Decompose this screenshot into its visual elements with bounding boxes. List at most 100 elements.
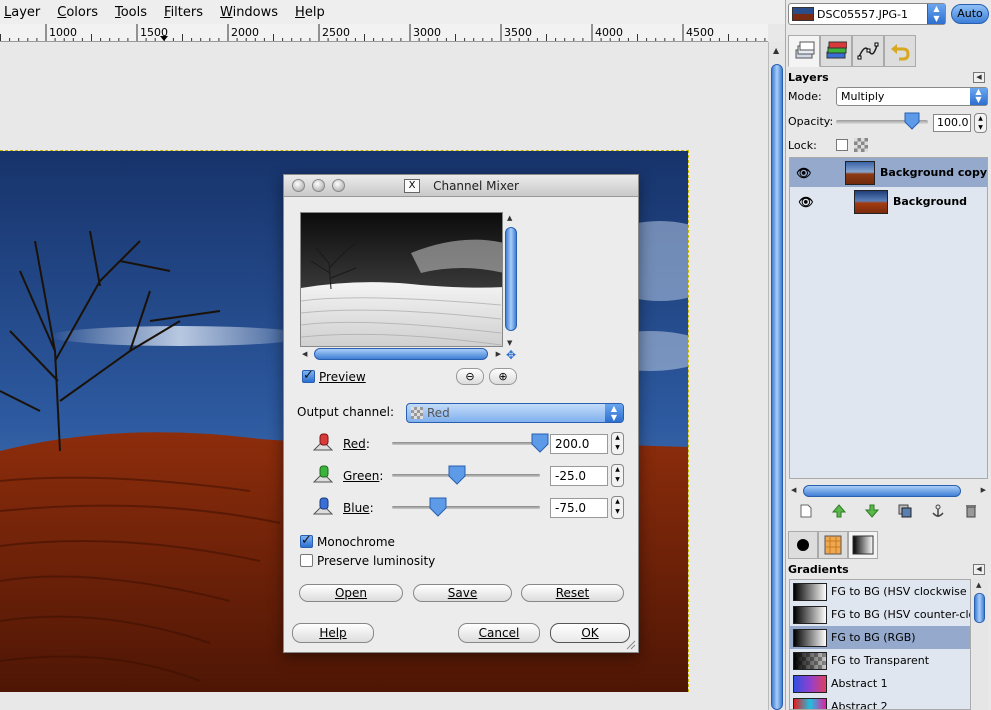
gradient-item[interactable]: FG to Transparent [790, 649, 970, 672]
menu-windows[interactable]: Windows [220, 5, 278, 20]
dialog-title: Channel Mixer [433, 179, 519, 193]
monochrome-checkbox[interactable] [300, 533, 313, 548]
tab-patterns[interactable] [818, 531, 848, 559]
gradient-item[interactable]: FG to BG (HSV counter-clockwise) [790, 603, 970, 626]
green-slider[interactable] [392, 474, 540, 477]
gradients-vertical-scrollbar[interactable]: ▲ [972, 579, 988, 710]
dialog-titlebar[interactable]: X Channel Mixer [284, 175, 638, 197]
red-spinner[interactable]: ▲ ▼ [611, 432, 624, 455]
red-slider[interactable] [392, 442, 540, 445]
reset-button[interactable]: Reset [521, 584, 624, 602]
zoom-in-button[interactable]: ⊕ [489, 368, 517, 385]
ok-button[interactable]: OK [550, 623, 630, 643]
image-selector[interactable]: DSC05557.JPG-1 ▲ ▼ [788, 3, 946, 25]
preview-vscroll-thumb[interactable] [505, 227, 517, 331]
gradient-item[interactable]: Abstract 2 [790, 695, 970, 710]
lock-alpha-icon[interactable] [854, 138, 868, 152]
green-value-field[interactable]: -25.0 [550, 466, 608, 486]
preview-vertical-scrollbar[interactable]: ▲ ▼ [504, 212, 518, 347]
zoom-out-button[interactable]: ⊖ [456, 368, 484, 385]
menubar: Layer Colors Tools Filters Windows Help [0, 0, 785, 24]
resize-grip-icon[interactable] [626, 640, 636, 650]
blue-label-text: Blue [343, 501, 370, 515]
scroll-up-arrow-icon[interactable]: ▲ [976, 581, 981, 589]
layer-row[interactable]: 👁 Background copy [790, 158, 987, 187]
canvas-vertical-scrollbar[interactable]: ▲ [768, 42, 785, 710]
scroll-left-arrow-icon[interactable]: ◀ [302, 350, 307, 358]
green-label-text: Green [343, 469, 380, 483]
layers-panel-menu-icon[interactable]: ◀ [973, 72, 985, 83]
preview-label-text: Preview [319, 370, 366, 384]
preserve-luminosity-checkbox[interactable] [300, 554, 313, 567]
scroll-down-arrow-icon[interactable]: ▼ [507, 339, 512, 347]
blue-slider-thumb[interactable] [429, 497, 447, 517]
menu-tools[interactable]: Tools [115, 5, 147, 20]
opacity-spinner[interactable]: ▲ ▼ [974, 113, 987, 133]
cancel-button[interactable]: Cancel [458, 623, 540, 643]
scroll-left-arrow-icon[interactable]: ◀ [791, 486, 796, 494]
paths-icon [857, 42, 879, 60]
help-button-label: Help [319, 626, 347, 640]
gradient-item[interactable]: FG to BG (HSV clockwise hue) [790, 580, 970, 603]
gradient-item[interactable]: Abstract 1 [790, 672, 970, 695]
tab-channels[interactable] [820, 35, 852, 67]
blue-slider[interactable] [392, 506, 540, 509]
gradient-item[interactable]: FG to BG (RGB) [790, 626, 970, 649]
preview-checkbox[interactable] [302, 368, 315, 383]
eye-icon[interactable]: 👁 [790, 166, 818, 180]
ok-button-label: OK [581, 626, 599, 640]
lock-pixels-checkbox[interactable] [836, 139, 848, 151]
menu-colors[interactable]: Colors [57, 5, 98, 20]
layers-horizontal-scrollbar[interactable]: ◀ ▶ [789, 484, 988, 498]
tab-brushes[interactable] [788, 531, 818, 559]
tab-undo[interactable] [884, 35, 916, 67]
raise-layer-icon[interactable] [831, 503, 847, 519]
save-button-label: Save [447, 586, 478, 600]
gradients-scroll-thumb[interactable] [974, 593, 985, 623]
scroll-right-arrow-icon[interactable]: ▶ [496, 350, 501, 358]
layer-row[interactable]: 👁 Background [790, 187, 987, 216]
cancel-button-label: Cancel [478, 626, 520, 640]
output-channel-select[interactable]: Red ▲ ▼ [406, 403, 624, 423]
open-button[interactable]: Open [299, 584, 403, 602]
menu-layer[interactable]: Layer [4, 5, 40, 20]
gradient-name: Abstract 1 [831, 677, 888, 690]
menu-help[interactable]: Help [295, 5, 325, 20]
blue-value-field[interactable]: -75.0 [550, 498, 608, 518]
scroll-right-arrow-icon[interactable]: ▶ [981, 486, 986, 494]
tab-gradients[interactable] [848, 531, 878, 559]
lower-layer-icon[interactable] [864, 503, 880, 519]
layer-thumbnail [845, 160, 876, 185]
save-button[interactable]: Save [413, 584, 512, 602]
gradients-panel-menu-icon[interactable]: ◀ [973, 564, 985, 575]
scroll-up-arrow-icon[interactable]: ▲ [773, 46, 779, 55]
navigate-icon[interactable]: ✥ [504, 348, 518, 362]
auto-button[interactable]: Auto [951, 4, 989, 24]
eye-icon[interactable]: 👁 [790, 195, 822, 209]
output-channel-value: Red [427, 406, 450, 420]
opacity-value-field[interactable]: 100.0 [933, 114, 971, 132]
mode-select[interactable]: Multiply ▲ ▼ [836, 87, 988, 106]
preview-image[interactable] [300, 212, 503, 347]
green-spinner[interactable]: ▲ ▼ [611, 464, 624, 487]
scroll-up-arrow-icon[interactable]: ▲ [507, 214, 512, 222]
layers-scroll-thumb[interactable] [803, 485, 961, 497]
blue-spinner[interactable]: ▲ ▼ [611, 496, 624, 519]
green-slider-thumb[interactable] [448, 465, 466, 485]
red-value-field[interactable]: 200.0 [550, 434, 608, 454]
opacity-label: Opacity: [788, 115, 834, 128]
help-button[interactable]: Help [292, 623, 374, 643]
menu-filters[interactable]: Filters [164, 5, 203, 20]
preview-hscroll-thumb[interactable] [314, 348, 488, 360]
new-layer-icon[interactable] [798, 503, 814, 519]
gradient-name: Abstract 2 [831, 700, 888, 710]
tab-layers[interactable] [788, 35, 820, 67]
delete-icon[interactable] [963, 503, 979, 519]
red-slider-thumb[interactable] [531, 433, 549, 453]
canvas-scroll-thumb[interactable] [771, 64, 783, 710]
preview-horizontal-scrollbar[interactable]: ◀ ▶ [300, 348, 503, 361]
opacity-slider-thumb[interactable] [904, 112, 920, 130]
duplicate-layer-icon[interactable] [897, 503, 913, 519]
anchor-icon[interactable] [930, 503, 946, 519]
tab-paths[interactable] [852, 35, 884, 67]
